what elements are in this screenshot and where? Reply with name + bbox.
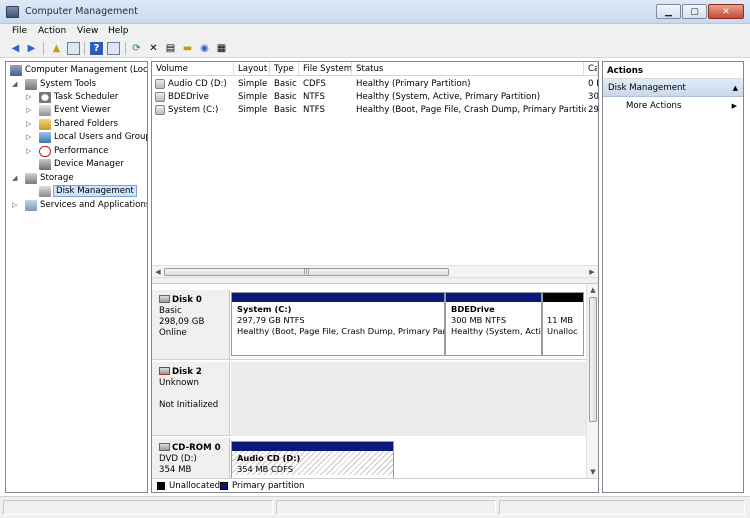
status-cell (3, 500, 273, 515)
show-hide-action-pane-icon[interactable] (107, 42, 120, 55)
expand-icon[interactable]: ▷ (26, 133, 33, 142)
volume-list-header: Volume Layout Type File System Status Ca (152, 62, 598, 76)
properties-icon[interactable]: ▤ (164, 42, 177, 55)
primary-partition-band (232, 442, 393, 451)
volume-row[interactable]: System (C:) Simple Basic NTFS Healthy (B… (152, 104, 598, 117)
pane-splitter[interactable] (152, 277, 598, 284)
disk-error-icon (159, 367, 170, 375)
legend: Unallocated Primary partition (152, 478, 598, 492)
cd-drive-icon (159, 443, 170, 451)
cd-icon (155, 79, 165, 89)
services-icon (25, 200, 37, 211)
more-actions-item[interactable]: More Actions ▶ (603, 101, 743, 114)
back-icon[interactable]: ◀ (9, 42, 22, 55)
console-tree: Computer Management (Local ◢ System Tool… (5, 61, 148, 493)
expand-icon[interactable]: ▷ (26, 93, 33, 102)
partition-audio-cd[interactable]: Audio CD (D:) 354 MB CDFS (231, 441, 394, 478)
collapse-icon[interactable]: ◢ (12, 80, 19, 89)
primary-partition-swatch (220, 482, 228, 490)
submenu-arrow-icon: ▶ (731, 102, 737, 110)
collapse-icon[interactable]: ◢ (12, 174, 19, 183)
volume-list-hscrollbar[interactable]: ◀ ||| ▶ (152, 265, 598, 277)
status-cell (276, 500, 496, 515)
cdrom-0-label[interactable]: CD-ROM 0 DVD (D:) 354 MB (152, 438, 230, 478)
expand-icon[interactable]: ▷ (26, 147, 33, 156)
scroll-down-icon[interactable]: ▼ (588, 467, 598, 477)
tools-icon (25, 79, 37, 90)
window-title: Computer Management (25, 6, 138, 17)
collapse-up-icon[interactable]: ▲ (733, 84, 738, 92)
scrollbar-thumb[interactable] (589, 297, 597, 422)
actions-header: Actions (603, 62, 743, 79)
menu-bar: File Action View Help (0, 24, 750, 39)
volume-row[interactable]: BDEDrive Simple Basic NTFS Healthy (Syst… (152, 91, 598, 104)
help-icon[interactable]: ? (90, 42, 103, 55)
menu-action[interactable]: Action (38, 26, 66, 36)
menu-help[interactable]: Help (108, 26, 129, 36)
scroll-up-icon[interactable]: ▲ (588, 285, 598, 295)
scroll-right-icon[interactable]: ▶ (587, 267, 597, 277)
storage-icon (25, 173, 37, 184)
forward-icon[interactable]: ▶ (25, 42, 38, 55)
up-folder-icon[interactable]: ▲ (50, 42, 63, 55)
minimize-button[interactable]: ▁ (656, 4, 681, 19)
disk-view-vscrollbar[interactable]: ▲ ▼ (586, 284, 598, 478)
disk-management-pane: Volume Layout Type File System Status Ca… (151, 61, 599, 493)
partition-bdedrive[interactable]: BDEDrive 300 MB NTFS Healthy (System, Ac… (445, 292, 542, 356)
disk-2-label[interactable]: Disk 2 Unknown Not Initialized (152, 362, 230, 435)
col-layout[interactable]: Layout (234, 62, 270, 76)
drive-icon (155, 105, 165, 115)
delete-icon[interactable]: ✕ (147, 42, 160, 55)
disk-2-row[interactable]: Disk 2 Unknown Not Initialized (152, 362, 586, 436)
close-button[interactable]: ✕ (708, 4, 744, 19)
col-type[interactable]: Type (270, 62, 299, 76)
settings-icon[interactable]: ▦ (215, 42, 228, 55)
clock-icon (39, 92, 51, 103)
open-icon[interactable]: ▬ (181, 42, 194, 55)
scrollbar-thumb[interactable]: ||| (164, 268, 449, 276)
computer-icon (10, 65, 22, 76)
menu-file[interactable]: File (12, 26, 27, 36)
partition-system-c[interactable]: System (C:) 297,79 GB NTFS Healthy (Boot… (231, 292, 445, 356)
status-cell (499, 500, 745, 515)
actions-section-disk-management[interactable]: Disk Management ▲ (603, 79, 743, 97)
col-capacity[interactable]: Ca (584, 62, 598, 76)
unallocated-swatch (157, 482, 165, 490)
status-bar (0, 496, 750, 518)
expand-icon[interactable]: ▷ (12, 201, 19, 210)
expand-icon[interactable]: ▷ (26, 120, 33, 129)
drive-icon (155, 92, 165, 102)
actions-pane: Actions Disk Management ▲ More Actions ▶ (602, 61, 744, 493)
users-icon (39, 132, 51, 143)
toolbar: ◀ ▶ ▲ ? ⟳ ✕ ▤ ▬ ◉ ▦ (0, 39, 750, 58)
title-bar: Computer Management ▁ ▢ ✕ (0, 0, 750, 24)
disk-management-icon (39, 186, 51, 197)
col-status[interactable]: Status (352, 62, 584, 76)
device-manager-icon (39, 159, 51, 170)
col-volume[interactable]: Volume (152, 62, 234, 76)
unallocated-space[interactable]: 11 MB Unalloc (542, 292, 584, 356)
disk-0-row[interactable]: Disk 0 Basic 298,09 GB Online System (C:… (152, 290, 586, 360)
maximize-button[interactable]: ▢ (682, 4, 707, 19)
menu-view[interactable]: View (77, 26, 98, 36)
performance-icon (39, 146, 51, 157)
show-hide-tree-icon[interactable] (67, 42, 80, 55)
col-file-system[interactable]: File System (299, 62, 352, 76)
hard-disk-icon (159, 295, 170, 303)
unallocated-band (543, 293, 583, 302)
cdrom-0-row[interactable]: CD-ROM 0 DVD (D:) 354 MB Audio CD (D:) 3… (152, 438, 586, 478)
primary-partition-band (232, 293, 444, 302)
refresh-icon[interactable]: ⟳ (130, 42, 143, 55)
computer-management-icon (6, 6, 19, 18)
expand-icon[interactable]: ▷ (26, 106, 33, 115)
scroll-left-icon[interactable]: ◀ (153, 267, 163, 277)
event-viewer-icon (39, 105, 51, 116)
shared-folder-icon (39, 119, 51, 130)
primary-partition-band (446, 293, 541, 302)
disk-graphical-view: Disk 0 Basic 298,09 GB Online System (C:… (152, 284, 586, 478)
search-icon[interactable]: ◉ (198, 42, 211, 55)
disk-0-label[interactable]: Disk 0 Basic 298,09 GB Online (152, 290, 230, 359)
volume-row[interactable]: Audio CD (D:) Simple Basic CDFS Healthy … (152, 78, 598, 91)
